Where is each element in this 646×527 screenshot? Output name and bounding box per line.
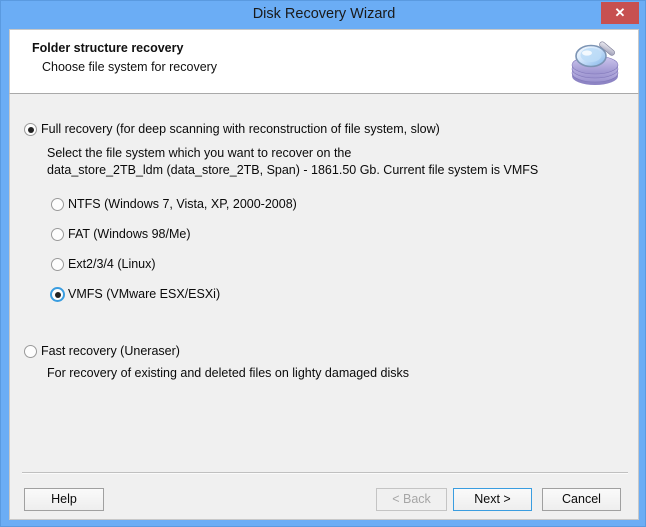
page-subtitle: Choose file system for recovery (42, 60, 218, 74)
radio-full-recovery-indicator[interactable] (24, 123, 37, 136)
cancel-button[interactable]: Cancel (542, 488, 621, 511)
radio-full-recovery[interactable]: Full recovery (for deep scanning with re… (24, 122, 440, 136)
radio-filesystem-vmfs-label[interactable]: VMFS (VMware ESX/ESXi) (68, 287, 220, 301)
radio-filesystem-ext[interactable]: Ext2/3/4 (Linux) (51, 257, 156, 271)
next-button[interactable]: Next > (453, 488, 532, 511)
radio-full-recovery-label[interactable]: Full recovery (for deep scanning with re… (41, 122, 440, 136)
fast-recovery-description: For recovery of existing and deleted fil… (47, 366, 409, 380)
radio-filesystem-ntfs[interactable]: NTFS (Windows 7, Vista, XP, 2000-2008) (51, 197, 297, 211)
magnifier-disk-icon (571, 41, 619, 85)
title-bar: Disk Recovery Wizard ✕ (1, 1, 645, 27)
radio-filesystem-fat[interactable]: FAT (Windows 98/Me) (51, 227, 191, 241)
radio-filesystem-ext-indicator[interactable] (51, 258, 64, 271)
radio-filesystem-ntfs-label[interactable]: NTFS (Windows 7, Vista, XP, 2000-2008) (68, 197, 297, 211)
full-recovery-description-line1: Select the file system which you want to… (47, 146, 352, 160)
back-button[interactable]: < Back (376, 488, 447, 511)
radio-fast-recovery-label[interactable]: Fast recovery (Uneraser) (41, 344, 180, 358)
radio-filesystem-ext-label[interactable]: Ext2/3/4 (Linux) (68, 257, 156, 271)
page-title: Folder structure recovery (32, 41, 184, 55)
wizard-body: Full recovery (for deep scanning with re… (9, 93, 639, 520)
wizard-header: Folder structure recovery Choose file sy… (9, 29, 639, 93)
full-recovery-description-line2: data_store_2TB_ldm (data_store_2TB, Span… (47, 163, 539, 177)
button-bar-separator (22, 472, 628, 474)
disk-recovery-wizard-window: Disk Recovery Wizard ✕ Folder structure … (0, 0, 646, 527)
window-title: Disk Recovery Wizard (252, 6, 396, 22)
radio-filesystem-ntfs-indicator[interactable] (51, 198, 64, 211)
help-button[interactable]: Help (24, 488, 104, 511)
close-icon[interactable]: ✕ (601, 2, 639, 24)
radio-filesystem-fat-label[interactable]: FAT (Windows 98/Me) (68, 227, 191, 241)
radio-fast-recovery[interactable]: Fast recovery (Uneraser) (24, 344, 180, 358)
radio-fast-recovery-indicator[interactable] (24, 345, 37, 358)
radio-filesystem-vmfs[interactable]: VMFS (VMware ESX/ESXi) (51, 287, 220, 301)
radio-filesystem-vmfs-indicator[interactable] (51, 288, 64, 301)
radio-filesystem-fat-indicator[interactable] (51, 228, 64, 241)
